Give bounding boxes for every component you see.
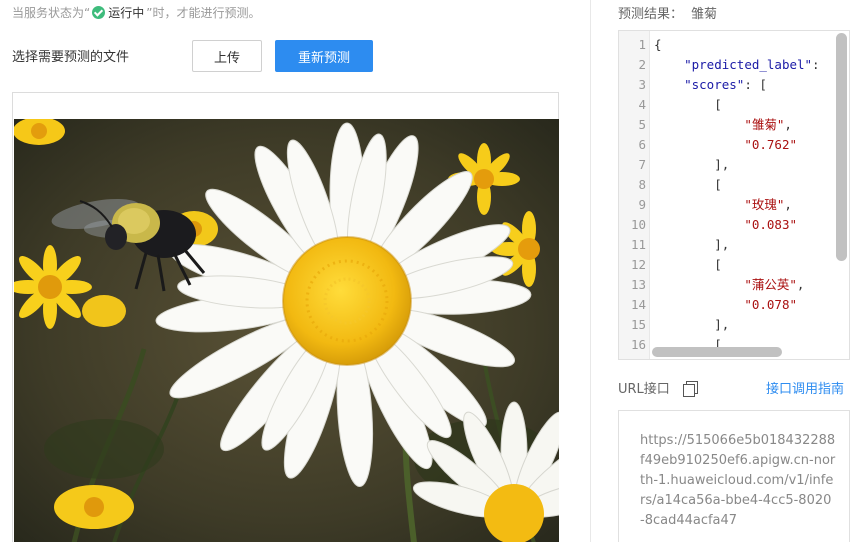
line-number: 8: [638, 177, 646, 192]
image-preview-frame: [12, 92, 559, 542]
result-label: 预测结果：: [618, 7, 684, 22]
prediction-input-panel: 当服务状态为“ 运行中 ”时，才能进行预测。 选择需要预测的文件 上传 重新预测: [0, 0, 590, 542]
code-line: 13 "蒲公英",: [619, 275, 849, 295]
result-json-viewer[interactable]: 1{2 "predicted_label": 3 "scores": [4 [5 …: [618, 30, 850, 360]
vertical-scrollbar[interactable]: [836, 33, 847, 261]
code-text: "雏菊",: [744, 117, 792, 132]
line-number: 12: [630, 257, 646, 272]
code-text: "0.078": [744, 297, 797, 312]
line-number: 11: [630, 237, 646, 252]
code-line: 2 "predicted_label":: [619, 55, 849, 75]
code-text: "0.762": [744, 137, 797, 152]
code-line: 14 "0.078": [619, 295, 849, 315]
code-text: ],: [654, 237, 730, 252]
code-line: 15 ],: [619, 315, 849, 335]
line-number: 7: [638, 157, 646, 172]
predicted-label-value: 雏菊: [691, 7, 718, 22]
yellow-flower-left: [14, 245, 92, 329]
url-text-box: https://515066e5b018432288f49eb910250ef6…: [618, 410, 850, 542]
repredict-button[interactable]: 重新预测: [275, 40, 373, 72]
check-circle-icon: [92, 5, 106, 19]
code-text: [: [654, 257, 722, 272]
panel-divider: [590, 0, 591, 542]
code-line: 7 ],: [619, 155, 849, 175]
file-select-label: 选择需要预测的文件: [12, 50, 130, 65]
line-number: 15: [630, 317, 646, 332]
code-text: ],: [654, 157, 730, 172]
code-line: 11 ],: [619, 235, 849, 255]
line-number: 5: [638, 117, 646, 132]
line-number: 6: [638, 137, 646, 152]
running-status-label: 运行中: [108, 5, 145, 20]
code-text: ],: [654, 317, 730, 332]
code-line: 10 "0.083": [619, 215, 849, 235]
code-text: [: [654, 97, 722, 112]
upload-button[interactable]: 上传: [192, 40, 262, 72]
code-line: 5 "雏菊",: [619, 115, 849, 135]
code-text: {: [654, 37, 662, 52]
code-text: "蒲公英",: [744, 277, 805, 292]
line-number: 9: [638, 197, 646, 212]
code-text: "scores": [: [684, 77, 767, 92]
line-number: 16: [630, 337, 646, 352]
line-number: 10: [630, 217, 646, 232]
url-label-text: URL接口: [618, 382, 670, 397]
line-number: 4: [638, 97, 646, 112]
line-number: 2: [638, 57, 646, 72]
code-line: 8 [: [619, 175, 849, 195]
line-number: 13: [630, 277, 646, 292]
line-number: 14: [630, 297, 646, 312]
code-line: 12 [: [619, 255, 849, 275]
service-status-hint: 当服务状态为“ 运行中 ”时，才能进行预测。: [12, 3, 260, 21]
code-text: "玫瑰",: [744, 197, 792, 212]
running-status: 运行中: [92, 4, 144, 21]
code-text: "predicted_label":: [684, 57, 820, 72]
url-interface-label: URL接口: [618, 378, 698, 397]
status-hint-suffix: ”时，才能进行预测。: [146, 5, 261, 20]
code-text: "0.083": [744, 217, 797, 232]
copy-icon[interactable]: [682, 380, 698, 397]
prediction-result-title: 预测结果： 雏菊: [618, 3, 717, 22]
code-line: 3 "scores": [: [619, 75, 849, 95]
code-text: [: [654, 177, 722, 192]
api-url-text: https://515066e5b018432288f49eb910250ef6…: [640, 433, 836, 528]
uploaded-image-preview: [14, 119, 559, 542]
code-line: 4 [: [619, 95, 849, 115]
code-line: 9 "玫瑰",: [619, 195, 849, 215]
api-guide-link[interactable]: 接口调用指南: [766, 378, 844, 397]
code-line: 1{: [619, 35, 849, 55]
status-hint-prefix: 当服务状态为“: [12, 5, 91, 20]
code-line: 6 "0.762": [619, 135, 849, 155]
line-number: 3: [638, 77, 646, 92]
horizontal-scrollbar[interactable]: [652, 347, 782, 357]
line-number: 1: [638, 37, 646, 52]
